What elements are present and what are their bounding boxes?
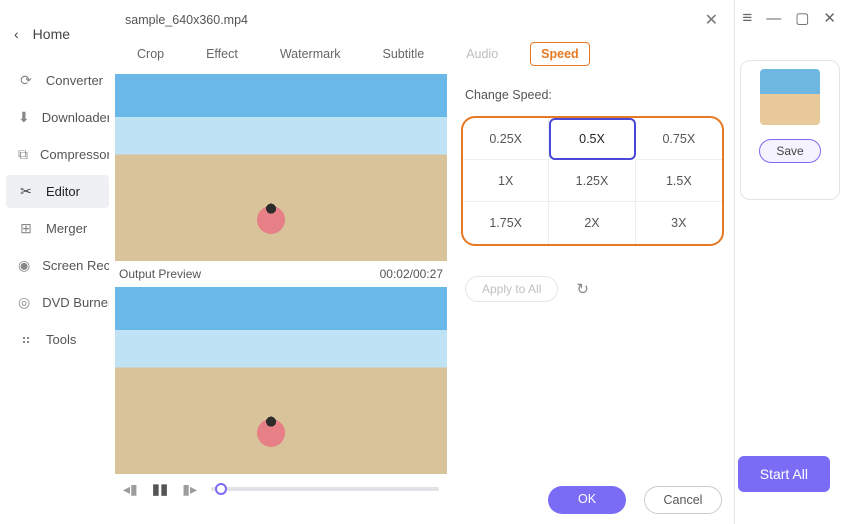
- sidebar-item-downloader[interactable]: ⬇ Downloader: [6, 101, 109, 134]
- speed-option-1-5x[interactable]: 1.5X: [636, 160, 722, 202]
- sidebar-item-label: Merger: [46, 221, 87, 236]
- cancel-button[interactable]: Cancel: [644, 486, 722, 514]
- speed-option-1-25x[interactable]: 1.25X: [549, 160, 635, 202]
- editor-tabs: Crop Effect Watermark Subtitle Audio Speed: [115, 36, 734, 74]
- back-home-button[interactable]: ‹ Home: [0, 12, 115, 60]
- source-preview: [115, 74, 447, 261]
- dialog-title: sample_640x360.mp4: [125, 13, 248, 27]
- start-all-button[interactable]: Start All: [738, 456, 830, 492]
- sidebar-item-compressor[interactable]: ⧉ Compressor: [6, 138, 109, 171]
- output-thumbnail: [760, 69, 820, 125]
- minimize-button[interactable]: —: [766, 10, 781, 27]
- editor-dialog: sample_640x360.mp4 ✕ Crop Effect Watermark…: [115, 0, 735, 524]
- prev-frame-button[interactable]: ◂▮: [123, 481, 138, 498]
- next-frame-button[interactable]: ▮▸: [182, 481, 197, 498]
- pause-button[interactable]: ▮▮: [152, 480, 169, 498]
- dvd-burner-icon: ◎: [18, 294, 30, 311]
- sidebar-item-label: Editor: [46, 184, 80, 199]
- sidebar-item-merger[interactable]: ⊞ Merger: [6, 212, 109, 245]
- seek-track: [211, 487, 439, 491]
- tab-effect[interactable]: Effect: [196, 43, 248, 65]
- output-preview: [115, 287, 447, 474]
- speed-option-0-25x[interactable]: 0.25X: [463, 118, 549, 160]
- sidebar-item-label: Downloader: [42, 110, 109, 125]
- screen-recorder-icon: ◉: [18, 257, 30, 274]
- seek-slider[interactable]: [211, 482, 439, 496]
- reset-icon[interactable]: ↻: [572, 276, 593, 302]
- tab-subtitle[interactable]: Subtitle: [372, 43, 434, 65]
- home-label: Home: [33, 26, 70, 42]
- seek-knob[interactable]: [215, 483, 227, 495]
- tab-speed[interactable]: Speed: [530, 42, 590, 66]
- sidebar-item-tools[interactable]: ⠶ Tools: [6, 323, 109, 356]
- speed-option-0-5x[interactable]: 0.5X: [549, 118, 635, 160]
- change-speed-label: Change Speed:: [465, 88, 724, 102]
- editor-icon: ✂: [18, 183, 34, 200]
- sidebar-item-label: DVD Burner: [42, 295, 109, 310]
- ok-button[interactable]: OK: [548, 486, 626, 514]
- speed-option-1x[interactable]: 1X: [463, 160, 549, 202]
- sidebar-item-converter[interactable]: ⟳ Converter: [6, 64, 109, 97]
- sidebar-item-screen-recorder[interactable]: ◉ Screen Recorder: [6, 249, 109, 282]
- playback-time: 00:02/00:27: [380, 267, 443, 281]
- tools-icon: ⠶: [18, 331, 34, 348]
- downloader-icon: ⬇: [18, 109, 30, 126]
- output-card: Save: [740, 60, 840, 200]
- sidebar-item-editor[interactable]: ✂ Editor: [6, 175, 109, 208]
- speed-option-2x[interactable]: 2X: [549, 202, 635, 244]
- tab-watermark[interactable]: Watermark: [270, 43, 351, 65]
- converter-icon: ⟳: [18, 72, 34, 89]
- menu-icon[interactable]: ≡: [742, 8, 752, 28]
- apply-to-all-button[interactable]: Apply to All: [465, 276, 558, 302]
- merger-icon: ⊞: [18, 220, 34, 237]
- sidebar-item-label: Converter: [46, 73, 103, 88]
- tab-audio: Audio: [456, 43, 508, 65]
- close-dialog-button[interactable]: ✕: [699, 8, 724, 32]
- maximize-button[interactable]: ▢: [795, 9, 809, 27]
- speed-grid: 0.25X0.5X0.75X 1X1.25X1.5X 1.75X2X3X: [461, 116, 724, 246]
- close-window-button[interactable]: ✕: [823, 9, 836, 27]
- sidebar-item-label: Compressor: [40, 147, 109, 162]
- sidebar-item-label: Screen Recorder: [42, 258, 109, 273]
- speed-option-1-75x[interactable]: 1.75X: [463, 202, 549, 244]
- sidebar-item-label: Tools: [46, 332, 76, 347]
- speed-option-3x[interactable]: 3X: [636, 202, 722, 244]
- output-preview-label: Output Preview: [119, 267, 201, 281]
- speed-option-0-75x[interactable]: 0.75X: [636, 118, 722, 160]
- tab-crop[interactable]: Crop: [127, 43, 174, 65]
- sidebar-item-dvd-burner[interactable]: ◎ DVD Burner: [6, 286, 109, 319]
- save-button[interactable]: Save: [759, 139, 821, 163]
- chevron-left-icon: ‹: [14, 26, 19, 42]
- sidebar: ‹ Home ⟳ Converter ⬇ Downloader ⧉ Compressor ✂…: [0, 0, 115, 524]
- compressor-icon: ⧉: [18, 146, 28, 163]
